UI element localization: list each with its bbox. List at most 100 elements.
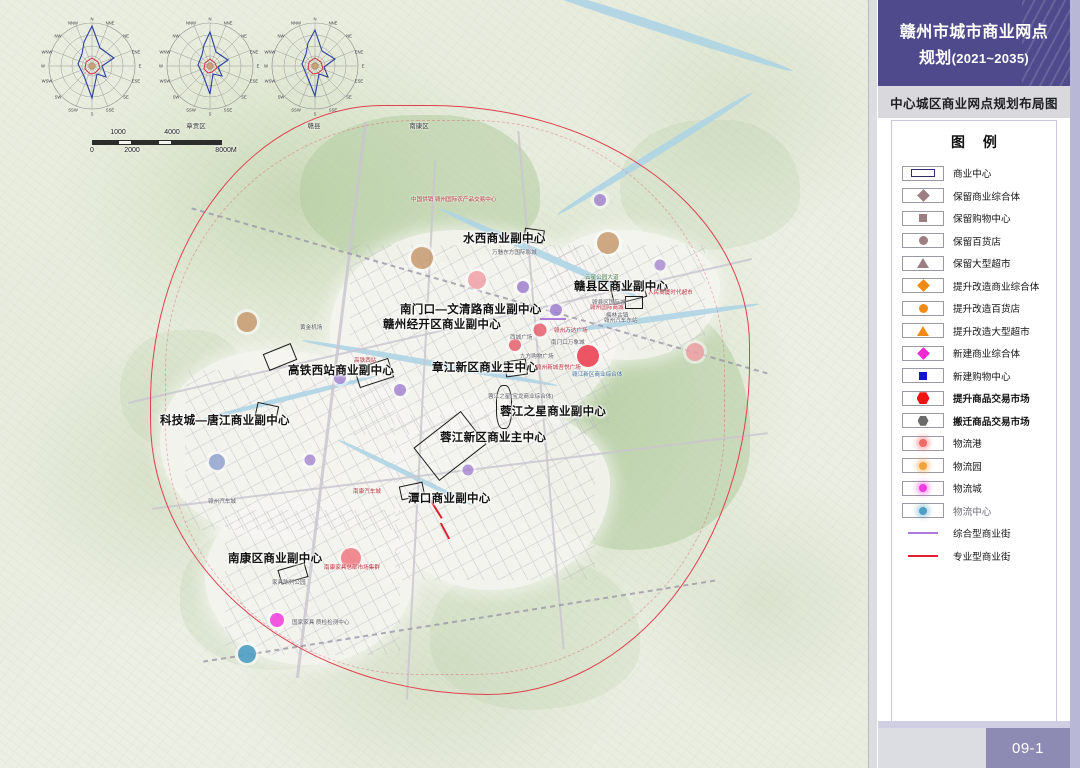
soft-dot-icon [902,481,944,496]
legend-label: 新建购物中心 [953,369,1011,383]
poi-label: 赣州万达广场 [554,326,588,334]
shopping-center-point[interactable] [550,304,562,316]
map-label-rongjiang-zhixing: 蓉江之星商业副中心 [500,403,606,419]
rose-direction-label: SSE [106,108,114,113]
legend-item-upgrade-supermarket[interactable]: 提升改造大型超市 [902,320,1056,343]
legend-item-upgrade-department-store[interactable]: 提升改造百货店 [902,297,1056,320]
rose-direction-label: NNE [329,21,338,26]
poi-label: 九方购物广场 [520,352,554,360]
legend-label: 搬迁商品交易市场 [953,414,1030,428]
legend-label: 物流城 [953,481,982,495]
map-label-nanmenkou: 南门口—文清路商业副中心 [400,301,542,317]
map-canvas[interactable]: N NNE NE ENE E ESE SE SSE S SSW SW WSW W… [0,0,868,768]
legend-label: 物流港 [953,436,982,450]
map-label-shuixi: 水西商业副中心 [463,230,546,246]
panel-title-line1: 赣州市城市商业网点 [900,18,1049,42]
legend-item-retain-mall[interactable]: 保留购物中心 [902,207,1056,230]
panel-title-block: 赣州市城市商业网点 规划(2021~2035) [878,0,1070,86]
market-point[interactable] [534,324,547,337]
scale-tick-8000m: 8000M [215,147,236,154]
logistics-center-point[interactable] [238,645,256,663]
rose-direction-label: SE [241,95,247,100]
soft-dot-icon [902,458,944,473]
poi-label: 南康家具总部市场集群 [324,563,380,571]
shopping-center-point[interactable] [305,455,316,466]
legend-label: 提升商品交易市场 [953,391,1030,405]
rose-direction-label: S [209,112,212,117]
wind-rose-caption: 赣县 [262,120,366,130]
panel-footer-accent [878,721,1070,728]
legend-item-upgrade-market[interactable]: 提升商品交易市场 [902,387,1056,410]
poi-label: 南门口万象城 [551,338,585,346]
legend-item-retain-complex[interactable]: 保留商业综合体 [902,185,1056,208]
shopping-center-point[interactable] [463,465,474,476]
wind-rose-ganxian: N NNE NE ENE E ESE SE SSE S SSW SW WSW W… [158,14,262,118]
rose-direction-label: SSW [186,108,196,113]
legend-item-retain-supermarket[interactable]: 保留大型超市 [902,252,1056,275]
right-panel: 赣州市城市商业网点 规划(2021~2035) 中心城区商业网点规划布局图 图 … [868,0,1080,768]
market-point[interactable] [686,343,704,361]
scale-bar: 1000 4000 0 2000 8000M [92,140,222,145]
market-point[interactable] [468,271,486,289]
commercial-center-polygon[interactable] [625,296,643,309]
rose-direction-label: SSE [329,108,337,113]
legend-label: 专业型商业街 [953,549,1011,563]
scale-tick-1000: 1000 [110,129,126,136]
legend-item-specialty-street[interactable]: 专业型商业街 [902,545,1056,568]
legend-item-new-mall[interactable]: 新建购物中心 [902,365,1056,388]
rose-direction-label: SSW [68,108,78,113]
legend-item-upgrade-complex[interactable]: 提升改造商业综合体 [902,275,1056,298]
planning-boundary-secondary [165,120,725,675]
poi-label: 赣州汽车城 [208,497,236,505]
page-number-badge: 09-1 [986,728,1070,768]
legend-item-relocate-market[interactable]: 搬迁商品交易市场 [902,410,1056,433]
legend-item-logistics-park[interactable]: 物流园 [902,455,1056,478]
rose-direction-label: NNW [291,21,301,26]
rose-direction-label: WNW [265,50,276,55]
legend-label: 保留百货店 [953,234,1001,248]
triangle-icon [902,323,944,338]
map-label-rongjiang-xinqu: 蓉江新区商业主中心 [440,429,546,445]
logistics-point[interactable] [237,312,257,332]
panel-left-strip [869,0,877,768]
soft-dot-icon [902,436,944,451]
legend-label: 综合型商业街 [953,526,1011,540]
rose-direction-label: NW [278,34,285,39]
legend-item-retain-department-store[interactable]: 保留百货店 [902,230,1056,253]
rose-direction-label: SSW [291,108,301,113]
logistics-center-point[interactable] [209,454,225,470]
circle-icon [902,301,944,316]
logistics-point[interactable] [597,232,619,254]
rose-direction-label: NE [241,34,247,39]
rose-direction-label: SW [55,95,62,100]
poi-label: 人民商厦时代超市 [648,288,693,296]
shopping-center-point[interactable] [594,194,606,206]
legend-item-comprehensive-street[interactable]: 综合型商业街 [902,522,1056,545]
line-icon [902,526,944,541]
legend-item-logistics-city[interactable]: 物流城 [902,477,1056,500]
poi-label: 云星公园大道 [585,273,619,281]
rose-direction-label: NNE [106,21,115,26]
wind-rose-chart [40,14,144,118]
shopping-center-point[interactable] [655,260,666,271]
comprehensive-street [540,318,566,320]
logistics-city-point[interactable] [270,613,284,627]
legend-item-new-complex[interactable]: 新建商业综合体 [902,342,1056,365]
logistics-point[interactable] [411,247,433,269]
panel-title-line2: 规划(2021~2035) [919,44,1029,68]
shopping-center-point[interactable] [517,281,529,293]
map-label-zhangjiang-xinqu: 章江新区商业主中心 [432,359,538,375]
map-label-kejicheng: 科技城—唐江商业副中心 [160,412,290,428]
rose-direction-label: NNW [186,21,196,26]
shopping-center-point[interactable] [394,384,406,396]
poi-label: 赣县区国际城 [592,298,626,306]
poi-label: 蓉江之星(宝龙商业综合体) [488,392,553,400]
rose-direction-label: WSW [42,79,53,84]
rose-direction-label: W [264,64,268,69]
legend-item-logistics-port[interactable]: 物流港 [902,432,1056,455]
legend-item-logistics-center[interactable]: 物流中心 [902,500,1056,523]
soft-dot-icon [902,503,944,518]
rose-direction-label: ENE [355,50,364,55]
legend-item-commercial-center[interactable]: 商业中心 [902,162,1056,185]
rose-direction-label: E [362,64,365,69]
